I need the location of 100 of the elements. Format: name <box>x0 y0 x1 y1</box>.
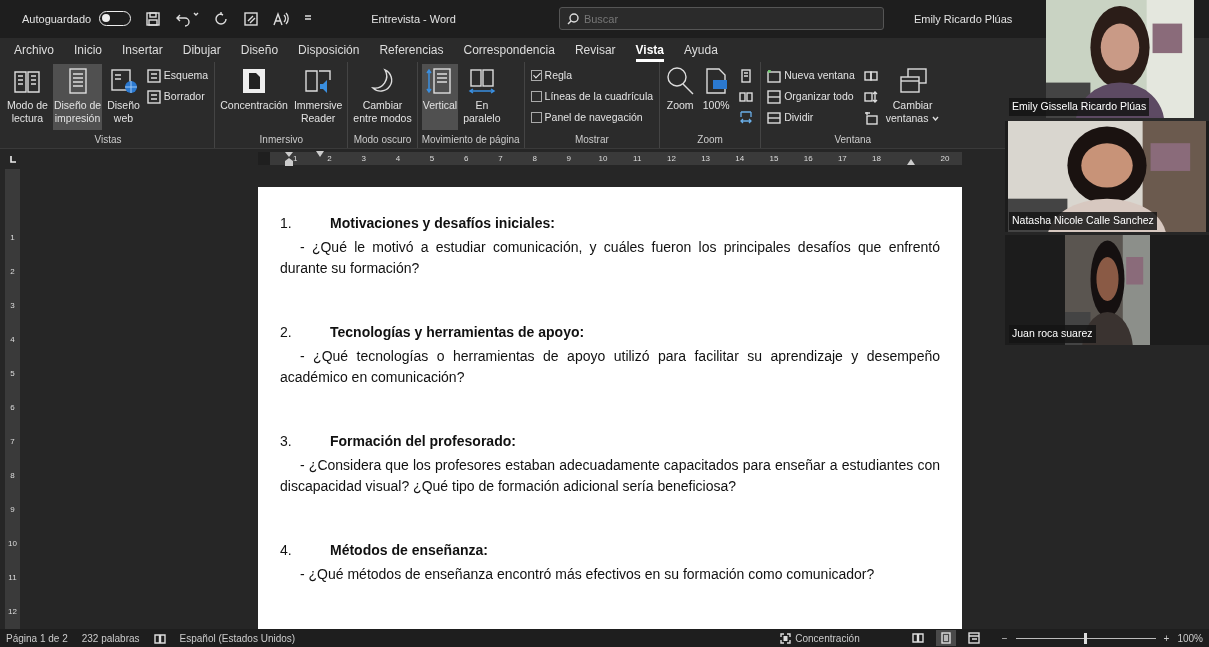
ribbon-button[interactable]: Diseño web <box>106 63 141 130</box>
zoom-out-button[interactable]: − <box>997 630 1012 647</box>
ruler[interactable]: 1 2 3 4 5 6 7 8 9 10 11 12 13 14 15 16 17 18 20 <box>258 152 962 166</box>
checkbox-label[interactable]: Panel de navegación <box>544 109 643 126</box>
slider-thumb[interactable] <box>1084 632 1088 644</box>
ruler-number: 7 <box>498 153 503 166</box>
ribbon-button[interactable]: Esquema <box>144 66 211 85</box>
ribbon-button[interactable]: Borrador <box>144 87 211 106</box>
ruler-number: 17 <box>837 153 847 166</box>
sync-scroll-icon[interactable] <box>863 89 878 104</box>
ribbon-button[interactable]: En paralelo <box>462 63 502 130</box>
ribbon-tab[interactable]: Ayuda <box>676 38 726 62</box>
group-label: Inmersivo <box>258 132 304 147</box>
ribbon-tab[interactable]: Insertar <box>114 38 171 62</box>
ribbon-tab[interactable]: Referencias <box>371 38 452 62</box>
word-count[interactable]: 232 palabras <box>81 630 140 646</box>
section-heading: Formación del profesorado: <box>330 432 516 452</box>
ruler-number: 3 <box>361 153 366 166</box>
ribbon-tab[interactable]: Correspondencia <box>455 38 563 62</box>
ribbon-tab[interactable]: Vista <box>627 38 673 62</box>
read-aloud-icon[interactable] <box>273 10 290 27</box>
switch-windows-icon <box>897 65 928 96</box>
print-layout-icon <box>939 632 952 645</box>
ruler-number: 16 <box>803 153 813 166</box>
question-text: - ¿Considera que los profesores estaban adecuadamente capacitados para enseñar a estudiantes con discapacidad visual? ¿Qué tipo de formación adicional sería beneficiosa? <box>280 456 940 497</box>
search-field[interactable]: Buscar <box>558 7 884 31</box>
outline-icon <box>146 68 161 83</box>
ruler-number: 14 <box>735 153 745 166</box>
redo-icon[interactable] <box>213 10 230 27</box>
ruler-number: 4 <box>10 334 15 347</box>
ribbon-button[interactable]: Vertical <box>421 63 459 130</box>
ruler-number: 8 <box>10 470 15 483</box>
touch-mode-icon[interactable] <box>243 10 260 27</box>
ribbon-button[interactable]: Dividir <box>765 108 857 127</box>
question-text: - ¿Qué tecnologías o herramientas de apoyo utilizó para facilitar su aprendizaje y desempeño académico en comunicación? <box>280 347 940 388</box>
checkbox[interactable] <box>530 70 542 82</box>
ribbon-tab[interactable]: Revisar <box>566 38 624 62</box>
ruler-number: 6 <box>464 153 469 166</box>
focus-button[interactable]: Concentración <box>776 630 864 647</box>
tab-selector-icon[interactable] <box>8 154 18 165</box>
section-heading: Métodos de enseñanza: <box>330 541 488 561</box>
ruler-number: 2 <box>10 266 15 279</box>
checkbox-label[interactable]: Líneas de la cuadrícula <box>544 88 654 105</box>
ruler-number: 15 <box>769 153 779 166</box>
ribbon-button[interactable]: Diseño de impresión <box>52 63 103 130</box>
indent-marker-icon[interactable] <box>906 158 915 166</box>
ruler-number: 18 <box>872 153 881 166</box>
checkbox[interactable] <box>530 91 542 103</box>
reset-window-icon[interactable] <box>863 110 878 125</box>
ribbon-button[interactable]: Modo de lectura <box>6 63 49 130</box>
ribbon-button[interactable]: Concentración <box>219 63 289 130</box>
ruler-number: 10 <box>8 538 17 551</box>
ribbon-button[interactable]: Immersive Reader <box>292 63 344 130</box>
ribbon-button[interactable]: Cambiar entre modos <box>352 63 413 130</box>
book-icon[interactable] <box>153 632 166 644</box>
ribbon-button[interactable]: Zoom <box>664 63 697 130</box>
ribbon-tab[interactable]: Inicio <box>66 38 111 62</box>
group-label: Ventana <box>833 132 873 147</box>
ribbon-button[interactable]: Cambiar ventanas <box>884 63 941 130</box>
participant-name: Emily Gissella Ricardo Plúas <box>1009 98 1150 116</box>
indent-marker-icon[interactable] <box>285 152 293 167</box>
view-button[interactable] <box>935 630 956 647</box>
ribbon-tab[interactable]: Dibujar <box>174 38 229 62</box>
zoom-level[interactable]: 100% <box>1177 630 1203 646</box>
side-by-side-icon[interactable] <box>863 68 878 83</box>
list-number: 1. <box>280 214 293 234</box>
ruler-number: 10 <box>598 153 608 166</box>
checkbox[interactable] <box>530 112 542 124</box>
ribbon-tab[interactable]: Archivo <box>6 38 62 62</box>
page-count[interactable]: Página 1 de 2 <box>6 630 68 646</box>
ruler-number: 4 <box>395 153 401 166</box>
ruler-number: 12 <box>666 153 676 166</box>
new-window-icon <box>767 68 782 83</box>
list-number: 4. <box>280 541 293 561</box>
zoom-in-button[interactable]: + <box>1159 630 1174 647</box>
checkbox-label[interactable]: Regla <box>544 67 572 84</box>
two-pages-icon[interactable] <box>739 89 754 104</box>
group-label: Vistas <box>93 132 123 147</box>
focus-icon <box>780 632 792 644</box>
ruler-number: 13 <box>701 153 711 166</box>
page-width-icon[interactable] <box>739 110 754 125</box>
ribbon-tab[interactable]: Diseño <box>232 38 287 62</box>
ribbon-button[interactable]: Nueva ventana <box>765 66 857 85</box>
ruler-number: 5 <box>10 368 15 381</box>
ruler-number: 9 <box>566 153 572 166</box>
ruler-margin <box>258 152 271 166</box>
group-label: Mostrar <box>573 132 610 147</box>
ribbon-tab[interactable]: Disposición <box>290 38 368 62</box>
ribbon-button[interactable]: 100% <box>700 63 733 130</box>
language[interactable]: Español (Estados Unidos) <box>179 630 296 646</box>
user-name[interactable]: Emily Ricardo Plúas <box>913 10 1013 28</box>
save-icon[interactable] <box>145 10 162 27</box>
ruler-number: 3 <box>10 300 15 313</box>
page-icon[interactable] <box>739 68 754 83</box>
ruler-number: 11 <box>8 572 17 585</box>
section-heading: Tecnologías y herramientas de apoyo: <box>330 323 585 343</box>
group-label: Movimiento de página <box>421 132 520 147</box>
ribbon-button[interactable]: Organizar todo <box>765 87 857 106</box>
section-heading: Motivaciones y desafíos iniciales: <box>330 214 555 234</box>
participant-name: Juan roca suarez <box>1009 325 1096 343</box>
